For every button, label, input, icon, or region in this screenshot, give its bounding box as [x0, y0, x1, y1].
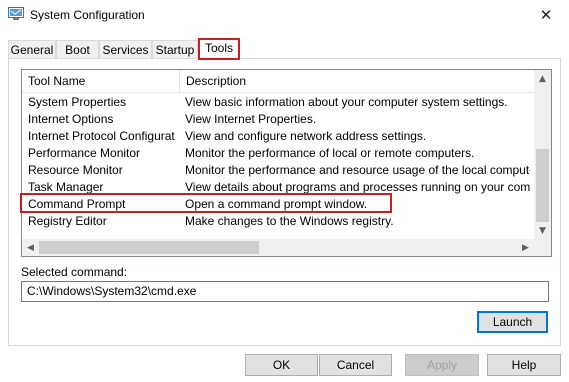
- column-header-tool-name[interactable]: Tool Name: [22, 70, 179, 92]
- tool-name: Task Manager: [28, 180, 104, 194]
- launch-button[interactable]: Launch: [477, 311, 548, 333]
- tool-name: Internet Options: [28, 112, 114, 126]
- scroll-left-icon[interactable]: ◀: [22, 239, 39, 256]
- list-item[interactable]: Performance Monitor Monitor the performa…: [22, 145, 534, 162]
- help-button[interactable]: Help: [487, 354, 561, 376]
- close-icon[interactable]: ✕: [523, 0, 569, 30]
- tool-name: Internet Protocol Configurat...: [28, 129, 176, 143]
- horizontal-scroll-thumb[interactable]: [39, 241, 259, 254]
- list-item[interactable]: Internet Protocol Configurat... View and…: [22, 128, 534, 145]
- tool-description: View Internet Properties.: [185, 112, 317, 126]
- scroll-down-icon[interactable]: ▼: [534, 222, 551, 239]
- tool-description: Open a command prompt window.: [185, 197, 368, 211]
- list-item[interactable]: System Properties View basic information…: [22, 94, 534, 111]
- tool-description: Monitor the performance of local or remo…: [185, 146, 475, 160]
- scroll-up-icon[interactable]: ▲: [534, 70, 551, 87]
- tab-tools[interactable]: Tools: [198, 38, 240, 60]
- vertical-scrollbar[interactable]: ▲ ▼: [534, 70, 551, 239]
- tool-name: System Properties: [28, 95, 127, 109]
- selected-command-field[interactable]: C:\Windows\System32\cmd.exe: [21, 281, 549, 302]
- tab-boot[interactable]: Boot: [56, 40, 99, 59]
- tab-strip: General Boot Services Startup Tools: [8, 38, 561, 60]
- vertical-scroll-thumb[interactable]: [536, 149, 549, 222]
- ok-button[interactable]: OK: [245, 354, 318, 376]
- list-item[interactable]: Registry Editor Make changes to the Wind…: [22, 213, 534, 230]
- horizontal-scrollbar[interactable]: ◀ ▶: [22, 239, 534, 256]
- tab-services[interactable]: Services: [99, 40, 152, 59]
- window-title: System Configuration: [30, 8, 145, 22]
- tool-name: Performance Monitor: [28, 146, 141, 160]
- list-item[interactable]: Internet Options View Internet Propertie…: [22, 111, 534, 128]
- tool-description: View basic information about your comput…: [185, 95, 508, 109]
- list-header: Tool Name Description: [22, 70, 534, 93]
- tool-description: Make changes to the Windows registry.: [185, 214, 394, 228]
- list-item-command-prompt[interactable]: Command Prompt Open a command prompt win…: [22, 196, 534, 213]
- tool-description: View and configure network address setti…: [185, 129, 427, 143]
- title-bar: System Configuration ✕: [0, 0, 569, 30]
- msconfig-icon: [8, 7, 24, 21]
- tab-general[interactable]: General: [8, 40, 56, 59]
- list-item[interactable]: Resource Monitor Monitor the performance…: [22, 162, 534, 179]
- tool-name: Registry Editor: [28, 214, 107, 228]
- list-item[interactable]: Task Manager View details about programs…: [22, 179, 534, 196]
- tool-name: Command Prompt: [28, 197, 126, 211]
- tools-list[interactable]: Tool Name Description System Properties …: [21, 69, 552, 257]
- scrollbar-corner: [534, 239, 551, 256]
- tool-description: Monitor the performance and resource usa…: [185, 163, 530, 177]
- cancel-button[interactable]: Cancel: [319, 354, 392, 376]
- tool-description: View details about programs and processe…: [185, 180, 530, 194]
- system-configuration-window: System Configuration ✕ General Boot Serv…: [0, 0, 569, 382]
- column-header-description[interactable]: Description: [180, 70, 534, 92]
- selected-command-label: Selected command:: [21, 265, 128, 279]
- tab-startup[interactable]: Startup: [152, 40, 198, 59]
- scroll-right-icon[interactable]: ▶: [517, 239, 534, 256]
- tool-name: Resource Monitor: [28, 163, 123, 177]
- list-rows: System Properties View basic information…: [22, 94, 534, 230]
- apply-button[interactable]: Apply: [405, 354, 479, 376]
